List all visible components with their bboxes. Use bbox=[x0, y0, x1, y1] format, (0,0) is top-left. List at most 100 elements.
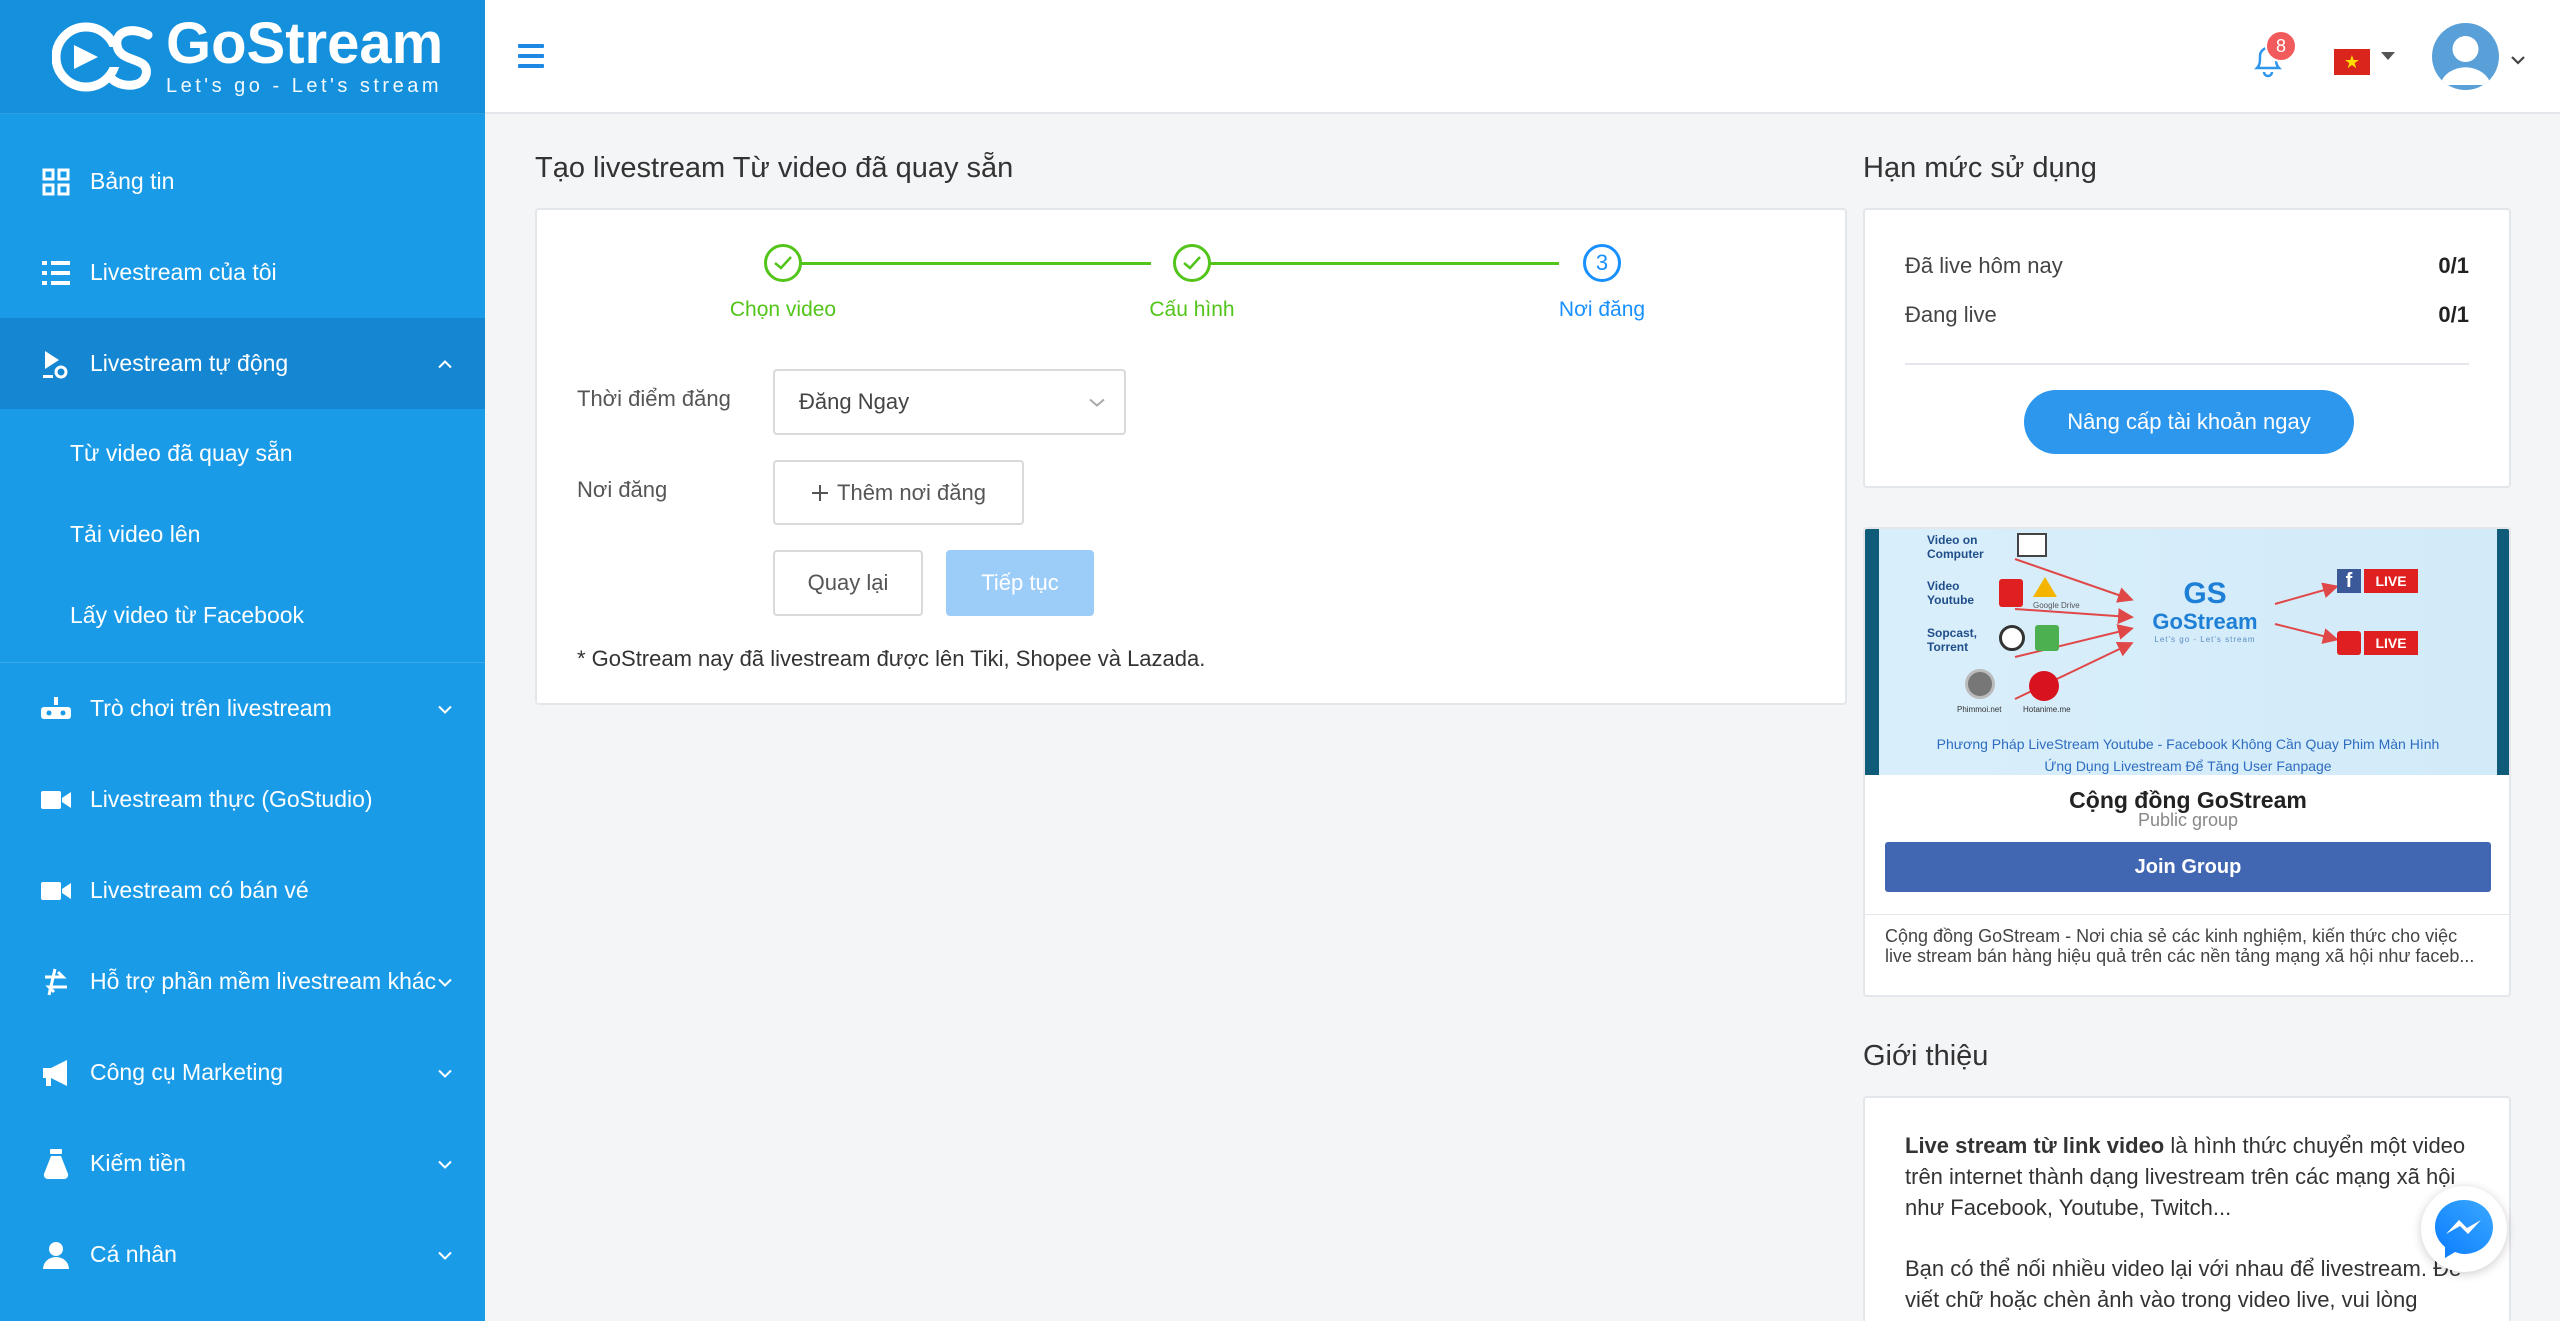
avatar[interactable] bbox=[2432, 23, 2499, 90]
chevron-down-icon bbox=[437, 1062, 453, 1083]
quota-label: Đã live hôm nay bbox=[1905, 253, 2063, 278]
intro-paragraph: Bạn có thể nối nhiều video lại với nhau … bbox=[1905, 1256, 2462, 1312]
intro-title: Giới thiệu bbox=[1863, 1040, 1989, 1072]
source-torrent-label: Sopcast, Torrent bbox=[1927, 626, 1978, 654]
list-icon bbox=[40, 257, 72, 289]
step-connector bbox=[783, 262, 1151, 265]
sidebar-item-personal[interactable]: Cá nhân bbox=[0, 1209, 485, 1300]
quota-card: Đã live hôm nay 0/1 Đang live 0/1 Nâng c… bbox=[1863, 208, 2511, 488]
continue-button[interactable]: Tiếp tục bbox=[946, 550, 1094, 616]
step-3-number[interactable]: 3 bbox=[1583, 244, 1621, 282]
community-group-card: Video on Computer Video Youtube Sopcast,… bbox=[1863, 527, 2511, 997]
sidebar-item-auto-livestream[interactable]: Livestream tự động bbox=[0, 318, 485, 409]
gamepad-icon bbox=[40, 693, 72, 725]
google-drive-label: Google Drive bbox=[2033, 601, 2080, 610]
sidebar-item-earn-money[interactable]: Kiếm tiền bbox=[0, 1118, 485, 1209]
sidebar-item-games[interactable]: Trò chơi trên livestream bbox=[0, 663, 485, 754]
banner-gostream-logo: GS GoStream Let's go - Let's stream bbox=[2135, 577, 2275, 645]
sidebar-item-my-livestream[interactable]: Livestream của tôi bbox=[0, 227, 485, 318]
group-description: Cộng đồng GoStream - Nơi chia sẻ các kin… bbox=[1885, 926, 2475, 966]
live-badge: LIVE bbox=[2364, 631, 2418, 655]
banner-tagline: Let's go - Let's stream bbox=[2154, 635, 2256, 644]
live-badge: LIVE bbox=[2364, 569, 2418, 593]
quota-row-today: Đã live hôm nay 0/1 bbox=[1905, 253, 2469, 279]
submenu-item-prerecorded[interactable]: Từ video đã quay sẵn bbox=[0, 413, 485, 494]
computer-icon bbox=[2017, 533, 2047, 557]
sidebar-item-gostudio[interactable]: Livestream thực (GoStudio) bbox=[0, 754, 485, 845]
quota-value: 0/1 bbox=[2438, 302, 2469, 327]
quota-label: Đang live bbox=[1905, 302, 1997, 327]
submenu-item-upload[interactable]: Tải video lên bbox=[0, 494, 485, 575]
banner-caption: Phương Pháp LiveStream Youtube - Faceboo… bbox=[1865, 733, 2509, 775]
gostream-logo-icon bbox=[51, 17, 162, 97]
hotanime-icon bbox=[2029, 671, 2059, 701]
intro-card: Live stream từ link video là hình thức c… bbox=[1863, 1096, 2511, 1321]
banner-caption-line: Ứng Dụng Livestream Để Tăng User Fanpage bbox=[2044, 758, 2332, 774]
quota-row-live: Đang live 0/1 bbox=[1905, 302, 2469, 328]
logo[interactable]: GoStream Let's go - Let's stream bbox=[0, 0, 485, 114]
step-3-label: Nơi đăng bbox=[1558, 298, 1646, 321]
flag-star: ★ bbox=[2343, 52, 2361, 72]
phimmoi-label: Phimmoi.net bbox=[1957, 705, 2002, 714]
banner-caption-line: Phương Pháp LiveStream Youtube - Faceboo… bbox=[1936, 736, 2440, 752]
menu-toggle-icon[interactable] bbox=[518, 44, 544, 68]
sidebar-item-label: Cá nhân bbox=[90, 1241, 177, 1267]
group-cover-image[interactable]: Video on Computer Video Youtube Sopcast,… bbox=[1865, 529, 2509, 775]
add-destination-button[interactable]: Thêm nơi đăng bbox=[773, 460, 1024, 525]
notification-badge: 8 bbox=[2265, 30, 2297, 62]
chevron-up-icon bbox=[437, 353, 453, 374]
chevron-down-icon bbox=[1088, 392, 1106, 413]
sidebar-item-dashboard[interactable]: Bảng tin bbox=[0, 136, 485, 227]
platform-note: * GoStream nay đã livestream được lên Ti… bbox=[577, 646, 1206, 671]
create-livestream-card: 3 Chọn video Cấu hình Nơi đăng Thời điểm… bbox=[535, 208, 1847, 705]
sidebar-item-ticketed-livestream[interactable]: Livestream có bán vé bbox=[0, 845, 485, 936]
money-bag-icon bbox=[40, 1148, 72, 1180]
chevron-down-icon bbox=[437, 1244, 453, 1265]
video-camera-icon bbox=[40, 875, 72, 907]
chevron-down-icon bbox=[437, 1153, 453, 1174]
page-title: Tạo livestream Từ video đã quay sẵn bbox=[535, 152, 1014, 184]
publish-time-label: Thời điểm đăng bbox=[577, 386, 731, 411]
quota-title: Hạn mức sử dụng bbox=[1863, 152, 2097, 184]
dashboard-icon bbox=[40, 166, 72, 198]
brand-name: GoStream bbox=[166, 11, 444, 76]
join-group-button[interactable]: Join Group bbox=[1885, 842, 2491, 892]
publish-place-label: Nơi đăng bbox=[577, 477, 668, 502]
sidebar-item-label: Livestream thực (GoStudio) bbox=[90, 786, 373, 812]
sidebar-item-marketing[interactable]: Công cụ Marketing bbox=[0, 1027, 485, 1118]
publish-time-select[interactable]: Đăng Ngay bbox=[773, 369, 1126, 435]
submenu-item-facebook[interactable]: Lấy video từ Facebook bbox=[0, 575, 485, 656]
sidebar-item-label: Hỗ trợ phần mềm livestream khác bbox=[90, 968, 437, 994]
back-button[interactable]: Quay lại bbox=[773, 550, 923, 616]
source-youtube-label: Video Youtube bbox=[1927, 579, 1975, 607]
transfer-icon bbox=[40, 966, 72, 998]
step-2-label: Cấu hình bbox=[1149, 298, 1235, 321]
chevron-down-icon bbox=[437, 971, 453, 992]
step-2-check-icon[interactable] bbox=[1173, 244, 1211, 282]
film-reel-icon bbox=[1965, 669, 1995, 699]
messenger-chat-button[interactable] bbox=[2421, 1186, 2507, 1272]
facebook-icon: f bbox=[2337, 569, 2361, 593]
sidebar-item-label: Công cụ Marketing bbox=[90, 1059, 284, 1085]
brand-tagline: Let's go - Let's stream bbox=[166, 75, 442, 97]
chevron-down-icon[interactable] bbox=[2510, 48, 2526, 71]
auto-stream-icon bbox=[40, 348, 72, 380]
hotanime-label: Hotanime.me bbox=[2023, 705, 2071, 714]
gs-logo-icon: GS bbox=[2183, 577, 2227, 610]
sidebar-item-label: Bảng tin bbox=[90, 168, 175, 194]
video-camera-icon bbox=[40, 784, 72, 816]
messenger-icon bbox=[2435, 1200, 2493, 1258]
sopcast-icon bbox=[1999, 625, 2025, 651]
sidebar-item-label: Livestream tự động bbox=[90, 350, 289, 376]
divider bbox=[1865, 914, 2509, 915]
upgrade-account-button[interactable]: Nâng cấp tài khoản ngay bbox=[2024, 390, 2354, 454]
publish-time-value: Đăng Ngay bbox=[799, 389, 910, 414]
sidebar-item-other-software[interactable]: Hỗ trợ phần mềm livestream khác bbox=[0, 936, 485, 1027]
vietnam-flag-icon[interactable]: ★ bbox=[2334, 49, 2370, 75]
youtube-icon bbox=[2337, 631, 2361, 655]
user-icon bbox=[40, 1239, 72, 1271]
caret-down-icon[interactable] bbox=[2381, 52, 2395, 60]
google-drive-icon bbox=[2033, 577, 2057, 597]
step-1-check-icon[interactable] bbox=[764, 244, 802, 282]
step-1-label: Chọn video bbox=[729, 298, 837, 321]
